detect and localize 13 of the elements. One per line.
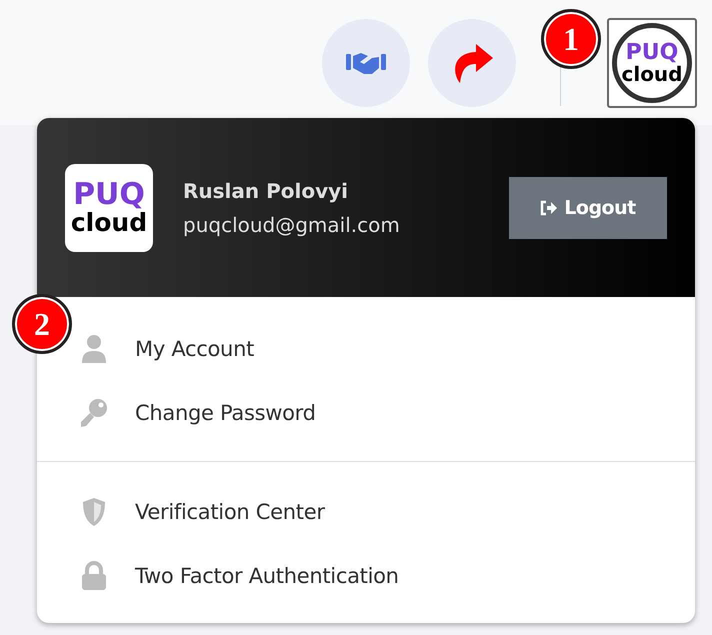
key-icon — [79, 398, 109, 428]
user-email: puqcloud@gmail.com — [183, 212, 401, 236]
menu-item[interactable]: My Account — [79, 317, 695, 381]
company-logo: PUQ cloud — [65, 164, 153, 252]
logout-button[interactable]: Logout — [509, 176, 667, 238]
step-badge: 2 — [12, 294, 72, 354]
lock-icon — [79, 561, 109, 591]
logout-icon — [540, 200, 558, 216]
user-icon — [79, 334, 109, 364]
menu-item[interactable]: Verification Center — [79, 480, 695, 544]
user-name: Ruslan Polovyi — [183, 178, 350, 202]
menu-item[interactable]: Change Password — [79, 381, 695, 445]
menu-item[interactable]: Two Factor Authentication — [79, 544, 695, 608]
